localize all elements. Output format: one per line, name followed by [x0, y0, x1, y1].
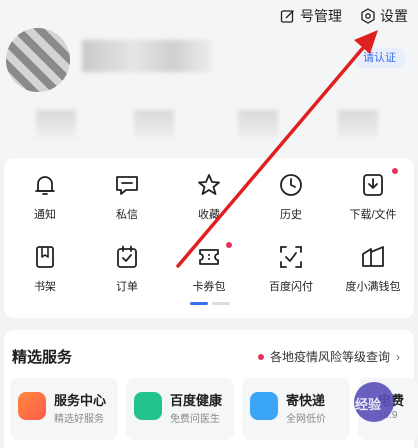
grid-item-messages[interactable]: 私信	[86, 172, 168, 222]
grid-item-label: 百度闪付	[269, 281, 313, 293]
baidu-health-tile[interactable]: 百度健康 免费问医生	[126, 378, 234, 440]
grid-item-label: 度小满钱包	[345, 281, 401, 293]
grid-item-wallet[interactable]: 度小满钱包	[332, 244, 414, 294]
grid-item-bookshelf[interactable]: 书架	[4, 244, 86, 294]
account-manage-label: 号管理	[300, 8, 342, 24]
grid-item-coupons[interactable]: 卡券包	[168, 242, 250, 294]
avatar[interactable]	[6, 28, 70, 92]
stat-blurred[interactable]	[338, 110, 378, 138]
grid-item-label: 书架	[34, 281, 56, 293]
username-blurred	[82, 40, 212, 72]
stat-blurred[interactable]	[36, 110, 76, 138]
grid-item-downloads[interactable]: 下载/文件	[332, 168, 414, 222]
grid-item-notifications[interactable]: 通知	[4, 172, 86, 222]
grid-item-orders[interactable]: 订单	[86, 244, 168, 294]
grid-item-label: 订单	[116, 281, 138, 293]
grid-item-history[interactable]: 历史	[250, 172, 332, 222]
service-title: 百度健康	[170, 393, 223, 408]
service-center-tile[interactable]: 服务中心 精选好服务	[10, 378, 118, 440]
bell-icon	[35, 176, 55, 195]
account-manage-button[interactable]: 号管理	[280, 6, 342, 26]
grid-item-quick-pay[interactable]: 百度闪付	[250, 244, 332, 294]
function-grid-card: 通知 私信 收藏 历史 下载/文件 书架 订单 卡券包 百度闪付 度小满钱包	[4, 158, 414, 318]
verify-button[interactable]: 请认证	[353, 48, 406, 68]
function-grid: 通知 私信 收藏 历史 下载/文件 书架 订单 卡券包 百度闪付 度小满钱包	[4, 168, 414, 294]
stat-blurred[interactable]	[238, 110, 278, 138]
grid-item-label: 下载/文件	[349, 209, 397, 221]
star-icon	[198, 174, 220, 195]
grid-item-label: 通知	[34, 209, 56, 221]
edit-icon	[280, 10, 294, 23]
featured-services-card: 精选服务 各地疫情风险等级查询 › 服务中心 精选好服务 百度健康 免费问医生 …	[4, 330, 418, 448]
chat-icon	[116, 176, 138, 195]
grid-item-label: 收藏	[198, 209, 220, 221]
service-center-icon	[18, 392, 46, 420]
wallet-icon	[362, 246, 384, 267]
epidemic-risk-link-label: 各地疫情风险等级查询	[269, 350, 390, 364]
grid-item-label: 历史	[280, 209, 302, 221]
settings-label: 设置	[380, 8, 408, 24]
express-delivery-tile[interactable]: 寄快递 全网低价	[242, 378, 350, 440]
page-dot-active	[190, 302, 208, 305]
scan-pay-icon	[280, 246, 302, 268]
page-indicator	[190, 302, 230, 305]
top-actions: 号管理 设置	[280, 6, 408, 26]
service-title: 服务中心	[54, 393, 107, 408]
coupon-icon	[199, 249, 219, 265]
section-title: 精选服务	[12, 349, 73, 366]
service-title: 寄快递	[286, 393, 326, 408]
bookshelf-icon	[36, 246, 54, 268]
page-dot	[212, 302, 230, 305]
profile-header: 号管理 设置 请认证	[0, 0, 418, 160]
red-dot-icon	[257, 353, 264, 360]
download-icon	[363, 174, 383, 196]
grid-item-label: 卡券包	[192, 281, 226, 293]
notification-dot	[226, 242, 232, 248]
epidemic-risk-link[interactable]: 各地疫情风险等级查询 ›	[257, 348, 400, 365]
chevron-right-icon: ›	[396, 349, 400, 364]
grid-item-favorites[interactable]: 收藏	[168, 172, 250, 222]
stat-blurred[interactable]	[134, 110, 174, 138]
settings-button[interactable]: 设置	[360, 6, 408, 26]
service-subtitle: 精选好服务	[54, 414, 104, 425]
notification-dot	[392, 168, 398, 174]
watermark-text: 经验	[355, 397, 382, 412]
health-icon	[134, 392, 162, 420]
express-icon	[250, 392, 278, 420]
gear-icon	[361, 8, 375, 24]
service-subtitle: 免费问医生	[170, 414, 220, 425]
grid-item-label: 私信	[116, 209, 138, 221]
order-icon	[117, 245, 137, 268]
clock-icon	[280, 174, 302, 196]
service-subtitle: 全网低价	[286, 414, 326, 425]
